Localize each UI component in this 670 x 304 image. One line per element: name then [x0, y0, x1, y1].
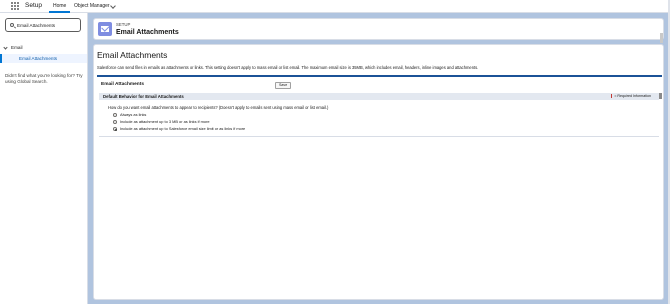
email-icon [98, 22, 112, 36]
setup-sidebar: Email Email Attachments Didn't find what… [0, 13, 88, 304]
page-header-title: Email Attachments [116, 29, 179, 36]
tree-item-email-attachments[interactable]: Email Attachments [0, 54, 87, 63]
app-launcher-icon[interactable] [11, 2, 19, 10]
tab-home[interactable]: Home [49, 0, 71, 13]
page-header: SETUP Email Attachments [93, 18, 664, 43]
tree-item-email[interactable]: Email [11, 44, 23, 51]
tree-chevron-icon[interactable] [3, 45, 8, 50]
option-label: Always as links [120, 112, 147, 117]
required-info: = Required Information [611, 93, 651, 100]
page-block-title: Email Attachments [101, 82, 145, 87]
section-divider [99, 136, 659, 137]
content-panel: Email Attachments Salesforce can send fi… [93, 44, 664, 300]
tab-object-manager[interactable]: Object Manager [70, 0, 114, 13]
save-button[interactable]: Save [275, 82, 292, 89]
sidebar-help-text: Didn't find what you're looking for? Try… [5, 73, 83, 84]
option-label: Include as attachment up to Salesforce e… [120, 126, 246, 131]
required-info-label: = Required Information [614, 94, 651, 98]
required-marker-icon [611, 93, 613, 98]
section-edge-handle [659, 93, 662, 99]
breadcrumb: SETUP [116, 22, 131, 27]
app-name: Setup [25, 2, 42, 9]
radio-always-links[interactable] [113, 113, 117, 117]
quick-find-input[interactable] [17, 21, 79, 30]
radio-attach-3mb[interactable] [113, 120, 117, 124]
main-area: SETUP Email Attachments Email Attachment… [88, 13, 670, 304]
section-title: Default Behavior for Email Attachments [103, 94, 184, 99]
quick-find-box [5, 18, 81, 32]
header-edge-handle [660, 33, 663, 43]
option-label: Include as attachment up to 3 MB or as l… [120, 119, 210, 124]
page-title: Email Attachments [97, 50, 168, 60]
section-header: Default Behavior for Email Attachments =… [99, 93, 662, 100]
page-description: Salesforce can send files in emails as a… [97, 65, 479, 70]
top-navigation: Setup Home Object Manager [0, 0, 670, 13]
radio-attach-size-limit[interactable] [113, 127, 117, 131]
search-icon [10, 23, 14, 27]
attachment-question: How do you want email attachments to app… [108, 105, 329, 110]
page-block: Email Attachments Save Default Behavior … [97, 75, 662, 299]
